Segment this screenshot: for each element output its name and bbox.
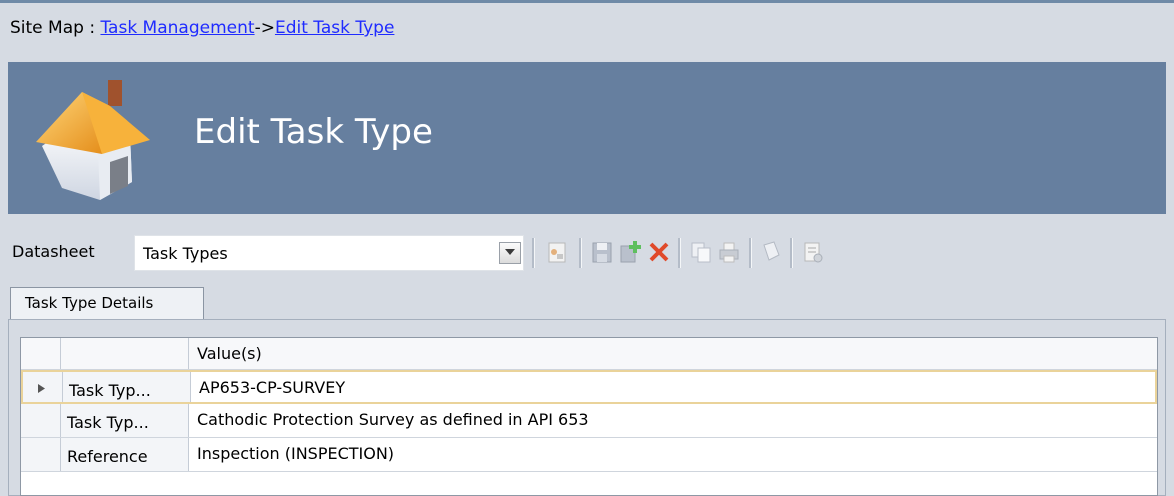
breadcrumb-link-edit-task-type[interactable]: Edit Task Type — [275, 18, 394, 38]
row-value[interactable]: Inspection (INSPECTION) — [197, 444, 394, 463]
row-key: Task Typ... — [63, 372, 191, 402]
copy-icon[interactable] — [689, 239, 713, 265]
new-icon[interactable] — [545, 239, 569, 265]
row-pointer-icon — [38, 384, 45, 393]
datasheet-selected-value: Task Types — [143, 244, 228, 263]
grid-header-row: Value(s) — [21, 338, 1157, 370]
breadcrumb: Site Map : Task Management->Edit Task Ty… — [10, 18, 394, 38]
table-row[interactable]: Task Typ... Cathodic Protection Survey a… — [21, 404, 1157, 438]
toolbar-separator — [579, 238, 582, 268]
delete-icon[interactable] — [647, 239, 671, 265]
breadcrumb-prefix: Site Map : — [10, 18, 101, 38]
toolbar-separator — [790, 238, 793, 268]
row-value[interactable]: Cathodic Protection Survey as defined in… — [197, 410, 589, 429]
chevron-down-icon[interactable] — [499, 242, 521, 264]
tab-task-type-details[interactable]: Task Type Details — [10, 287, 204, 320]
add-icon[interactable] — [619, 239, 643, 265]
toolbar-separator — [678, 238, 681, 268]
page-title: Edit Task Type — [194, 112, 433, 152]
print-icon[interactable] — [717, 239, 741, 265]
home-icon — [36, 80, 150, 200]
page-banner: Edit Task Type — [8, 62, 1166, 214]
header-key-cell — [61, 338, 189, 369]
toolbar: Datasheet Task Types — [8, 232, 1166, 276]
refresh-icon[interactable] — [759, 239, 783, 265]
header-selector-cell — [21, 338, 61, 369]
value-column-header[interactable]: Value(s) — [197, 344, 262, 363]
save-icon[interactable] — [590, 239, 614, 265]
details-grid: Value(s) Task Typ... AP653-CP-SURVEY Tas… — [20, 337, 1158, 496]
clipboard-icon[interactable] — [801, 239, 825, 265]
row-selector[interactable] — [21, 438, 61, 471]
row-value[interactable]: AP653-CP-SURVEY — [199, 378, 345, 397]
tab-label: Task Type Details — [25, 294, 154, 312]
table-row[interactable]: Task Typ... AP653-CP-SURVEY — [21, 370, 1157, 404]
datasheet-select[interactable]: Task Types — [134, 235, 524, 271]
row-selector[interactable] — [21, 404, 61, 437]
toolbar-separator — [532, 238, 535, 268]
row-key: Task Typ... — [61, 404, 189, 437]
top-border — [0, 0, 1174, 3]
table-row[interactable]: Reference Inspection (INSPECTION) — [21, 438, 1157, 472]
toolbar-separator — [749, 238, 752, 268]
breadcrumb-link-task-management[interactable]: Task Management — [100, 18, 254, 38]
datasheet-label: Datasheet — [12, 242, 95, 261]
breadcrumb-separator: -> — [254, 18, 275, 38]
row-key: Reference — [61, 438, 189, 471]
row-selector[interactable] — [23, 372, 63, 402]
